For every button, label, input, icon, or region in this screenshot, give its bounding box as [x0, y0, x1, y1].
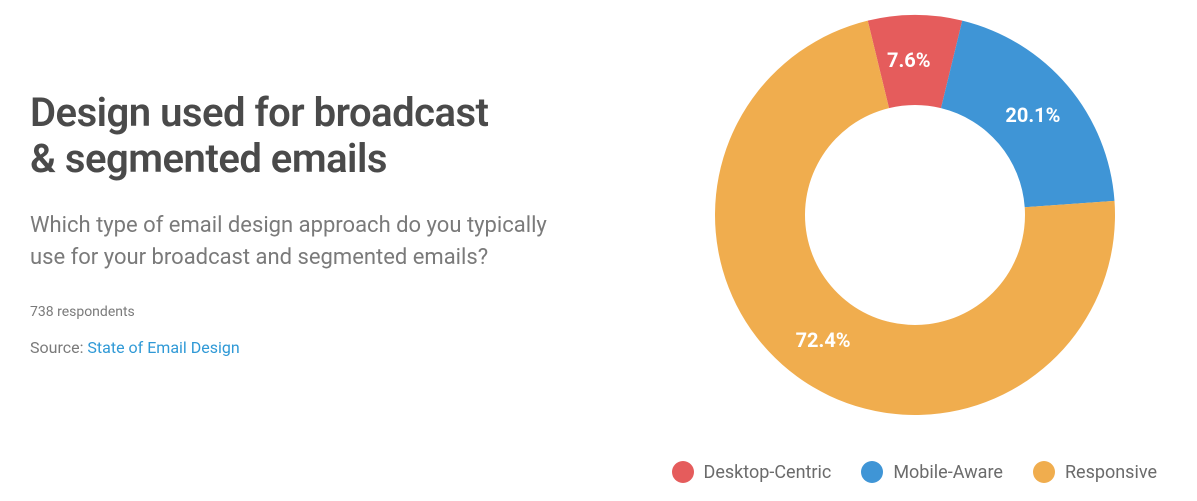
- source-line: Source: State of Email Design: [30, 338, 580, 357]
- source-label: Source:: [30, 338, 87, 357]
- legend-dot: [1033, 461, 1055, 483]
- donut-slice-label: 72.4%: [796, 328, 851, 352]
- legend-dot: [672, 461, 694, 483]
- legend-label: Responsive: [1065, 462, 1157, 483]
- source-link[interactable]: State of Email Design: [87, 338, 239, 357]
- chart-question: Which type of email design approach do y…: [30, 210, 580, 274]
- respondent-count: 738 respondents: [30, 304, 580, 320]
- chart-title-line2: & segmented emails: [30, 135, 387, 182]
- donut-chart: 7.6% 20.1% 72.4%: [710, 10, 1120, 420]
- donut-slice-label: 20.1%: [1005, 103, 1060, 127]
- legend-item: Responsive: [1033, 461, 1157, 483]
- chart-title: Design used for broadcast & segmented em…: [30, 90, 580, 182]
- chart-legend: Desktop-Centric Mobile-Aware Responsive: [672, 461, 1158, 483]
- legend-label: Desktop-Centric: [704, 462, 832, 483]
- chart-title-line1: Design used for broadcast: [30, 89, 488, 136]
- donut-slice-label: 7.6%: [887, 48, 931, 72]
- legend-item: Desktop-Centric: [672, 461, 832, 483]
- legend-item: Mobile-Aware: [861, 461, 1003, 483]
- legend-label: Mobile-Aware: [893, 462, 1003, 483]
- legend-dot: [861, 461, 883, 483]
